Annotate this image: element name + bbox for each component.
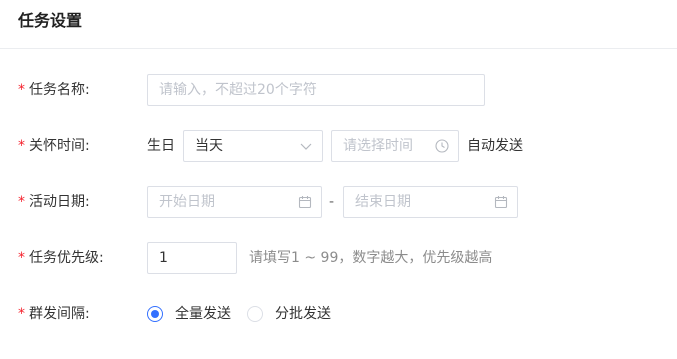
chevron-down-icon	[300, 143, 312, 150]
priority-label: * 任务优先级:	[18, 250, 104, 266]
time-placeholder: 请选择时间	[343, 138, 413, 154]
required-mark: *	[18, 82, 25, 98]
header-divider	[0, 48, 677, 49]
required-mark: *	[18, 306, 25, 322]
auto-send-text: 自动发送	[467, 138, 523, 154]
time-picker[interactable]: 请选择时间	[331, 130, 459, 162]
task-name-placeholder: 请输入，不超过20个字符	[159, 82, 317, 98]
task-name-row: * 任务名称: 请输入，不超过20个字符	[0, 74, 677, 106]
priority-input[interactable]: 1	[147, 242, 237, 274]
radio-send-all-label: 全量发送	[175, 306, 231, 322]
day-select-value: 当天	[195, 138, 223, 154]
priority-value: 1	[159, 250, 168, 266]
start-date-placeholder: 开始日期	[159, 194, 215, 210]
activity-date-row: * 活动日期: 开始日期 - 结束日期	[0, 186, 677, 218]
clock-icon	[435, 139, 449, 153]
required-mark: *	[18, 250, 25, 266]
care-time-row: * 关怀时间: 生日 当天 请选择时间 自动发送	[0, 130, 677, 162]
required-mark: *	[18, 194, 25, 210]
end-date-placeholder: 结束日期	[355, 194, 411, 210]
priority-hint: 请填写1 ~ 99，数字越大，优先级越高	[249, 250, 493, 266]
radio-send-batch[interactable]: 分批发送	[247, 298, 331, 330]
task-name-input[interactable]: 请输入，不超过20个字符	[147, 74, 485, 106]
task-name-label: * 任务名称:	[18, 82, 90, 98]
calendar-icon	[494, 196, 508, 209]
required-mark: *	[18, 138, 25, 154]
radio-checked-icon	[147, 306, 163, 322]
date-range-separator: -	[329, 194, 335, 210]
activity-date-label: * 活动日期:	[18, 194, 90, 210]
page-title: 任务设置	[18, 11, 83, 30]
calendar-icon	[298, 196, 312, 209]
priority-row: * 任务优先级: 1 请填写1 ~ 99，数字越大，优先级越高	[0, 242, 677, 274]
radio-send-all[interactable]: 全量发送	[147, 298, 231, 330]
send-interval-row: * 群发间隔: 全量发送 分批发送	[0, 298, 677, 330]
day-select[interactable]: 当天	[183, 130, 323, 162]
end-date-picker[interactable]: 结束日期	[343, 186, 518, 218]
start-date-picker[interactable]: 开始日期	[147, 186, 322, 218]
birthday-text: 生日	[147, 138, 175, 154]
care-time-label: * 关怀时间:	[18, 138, 90, 154]
radio-unchecked-icon	[247, 306, 263, 322]
radio-send-batch-label: 分批发送	[275, 306, 331, 322]
send-interval-label: * 群发间隔:	[18, 306, 90, 322]
